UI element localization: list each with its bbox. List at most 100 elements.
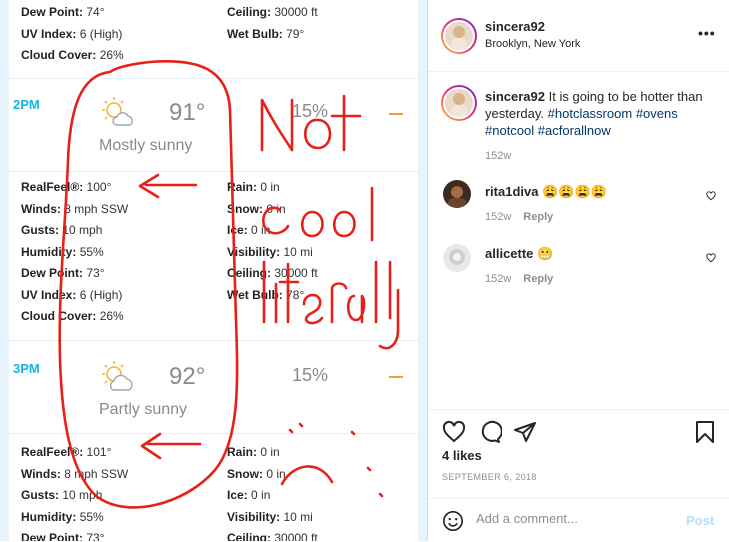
- weather-detail: Ice: 0 in: [227, 220, 318, 242]
- detail-label: Rain:: [227, 445, 257, 459]
- weather-detail: Humidity: 55%: [21, 242, 128, 264]
- weather-detail: Ceiling: 30000 ft: [227, 528, 318, 541]
- caption-text: sincera92 It is going to be hotter than …: [485, 88, 717, 139]
- detail-label: Dew Point:: [21, 5, 83, 19]
- detail-value: 8 mph SSW: [64, 201, 129, 216]
- detail-value: 30000 ft: [274, 531, 318, 541]
- comment-meta: 152w Reply: [485, 211, 553, 223]
- hashtag[interactable]: #acforallnow: [538, 123, 611, 138]
- comment-input[interactable]: [476, 511, 666, 526]
- hour-precip: 15%: [292, 101, 329, 121]
- share-paper-plane-icon[interactable]: [513, 420, 537, 444]
- weather-detail: Wet Bulb: 78°: [227, 285, 318, 307]
- sun-cloud-icon: [97, 359, 137, 398]
- hashtag[interactable]: #notcool: [485, 123, 534, 138]
- detail-label: Dew Point:: [21, 531, 83, 541]
- avatar[interactable]: [443, 87, 475, 119]
- reply-button[interactable]: Reply: [523, 211, 553, 223]
- comment-body: 😬: [537, 246, 554, 261]
- hour-divider: [389, 113, 403, 115]
- detail-label: UV Index:: [21, 26, 77, 41]
- detail-value: 30000 ft: [274, 266, 318, 280]
- detail-value: 55%: [79, 244, 104, 259]
- detail-value: 10 mi: [283, 244, 313, 259]
- comment-age[interactable]: 152w: [485, 273, 511, 285]
- hour-condition: Mostly sunny: [99, 137, 193, 154]
- comment-text: allicette 😬: [485, 245, 717, 262]
- post-username[interactable]: sincera92: [485, 19, 545, 34]
- hour-condition: Partly sunny: [99, 401, 188, 418]
- comment-username[interactable]: allicette: [485, 246, 533, 261]
- post-header: sincera92 Brooklyn, New York •••: [428, 0, 729, 72]
- comment-username[interactable]: rita1diva: [485, 184, 538, 199]
- detail-value: 10 mi: [283, 509, 313, 524]
- reply-button[interactable]: Reply: [523, 273, 553, 285]
- detail-value: 73°: [86, 266, 105, 280]
- detail-value: 6 (High): [79, 26, 123, 41]
- more-options-icon[interactable]: •••: [698, 25, 716, 41]
- weather-detail: Rain: 0 in: [227, 442, 318, 464]
- likes-count[interactable]: 4 likes: [442, 448, 482, 463]
- hour-precip: 15%: [292, 365, 329, 385]
- detail-value: 26%: [99, 309, 124, 323]
- like-comment-heart-icon[interactable]: [706, 191, 716, 201]
- weather-detail: RealFeel®: 101°: [21, 442, 128, 464]
- avatar[interactable]: [443, 180, 471, 208]
- post-comment-button[interactable]: Post: [686, 513, 714, 528]
- weather-detail: Cloud Cover: 26%: [21, 306, 128, 328]
- detail-label: Gusts:: [21, 223, 60, 237]
- weather-detail: Wet Bulb: 79°: [227, 24, 318, 46]
- detail-label: Cloud Cover:: [21, 309, 97, 323]
- detail-value: 6 (High): [79, 287, 123, 302]
- hour-time: 2PM: [13, 97, 40, 112]
- weather-detail: Cloud Cover: 26%: [21, 45, 124, 67]
- detail-label: Visibility:: [227, 244, 281, 259]
- weather-detail: Ceiling: 30000 ft: [227, 2, 318, 24]
- weather-detail: Dew Point: 74°: [21, 2, 124, 24]
- detail-label: Humidity:: [21, 244, 77, 259]
- post-date[interactable]: SEPTEMBER 6, 2018: [442, 472, 537, 482]
- avatar[interactable]: [443, 20, 475, 52]
- post-image: Dew Point: 74° UV Index: 6 (High) Cloud Co…: [0, 0, 427, 541]
- detail-value: 0 in: [260, 180, 280, 194]
- weather-detail: Visibility: 10 mi: [227, 507, 318, 529]
- detail-label: Ice:: [227, 488, 248, 502]
- post-location[interactable]: Brooklyn, New York: [485, 38, 580, 50]
- weather-screenshot: Dew Point: 74° UV Index: 6 (High) Cloud Co…: [9, 0, 418, 541]
- hashtag[interactable]: #ovens: [636, 106, 678, 121]
- caption-username[interactable]: sincera92: [485, 89, 545, 104]
- like-heart-icon[interactable]: [442, 420, 466, 444]
- detail-value: 0 in: [260, 445, 280, 459]
- weather-detail: Gusts: 10 mph: [21, 485, 128, 507]
- comment-meta: 152w Reply: [485, 273, 553, 285]
- detail-value: 78°: [286, 287, 305, 302]
- detail-label: RealFeel®:: [21, 180, 84, 194]
- hashtag[interactable]: #hotclassroom: [548, 106, 633, 121]
- detail-value: 26%: [99, 48, 124, 62]
- add-comment-bar: Post: [428, 498, 729, 542]
- weather-detail: Dew Point: 73°: [21, 263, 128, 285]
- detail-label: Ceiling:: [227, 266, 271, 280]
- caption-age[interactable]: 152w: [485, 150, 511, 162]
- like-comment-heart-icon[interactable]: [706, 253, 716, 263]
- weather-detail: Gusts: 10 mph: [21, 220, 128, 242]
- weather-detail: Rain: 0 in: [227, 177, 318, 199]
- weather-detail: UV Index: 6 (High): [21, 285, 128, 307]
- weather-detail: UV Index: 6 (High): [21, 24, 124, 46]
- detail-label: UV Index:: [21, 287, 77, 302]
- detail-value: 8 mph SSW: [64, 466, 129, 481]
- detail-label: Snow:: [227, 466, 263, 481]
- detail-value: 101°: [86, 445, 112, 459]
- comment-age[interactable]: 152w: [485, 211, 511, 223]
- weather-detail: Visibility: 10 mi: [227, 242, 318, 264]
- detail-value: 79°: [286, 26, 305, 41]
- weather-detail: Humidity: 55%: [21, 507, 128, 529]
- emoji-icon[interactable]: [442, 510, 464, 532]
- avatar[interactable]: [443, 244, 471, 272]
- save-bookmark-icon[interactable]: [694, 420, 716, 444]
- detail-label: Winds:: [21, 466, 61, 481]
- detail-label: Rain:: [227, 180, 257, 194]
- weather-detail: Winds: 8 mph SSW: [21, 199, 128, 221]
- detail-label: Dew Point:: [21, 266, 83, 280]
- comment-bubble-icon[interactable]: [478, 420, 502, 444]
